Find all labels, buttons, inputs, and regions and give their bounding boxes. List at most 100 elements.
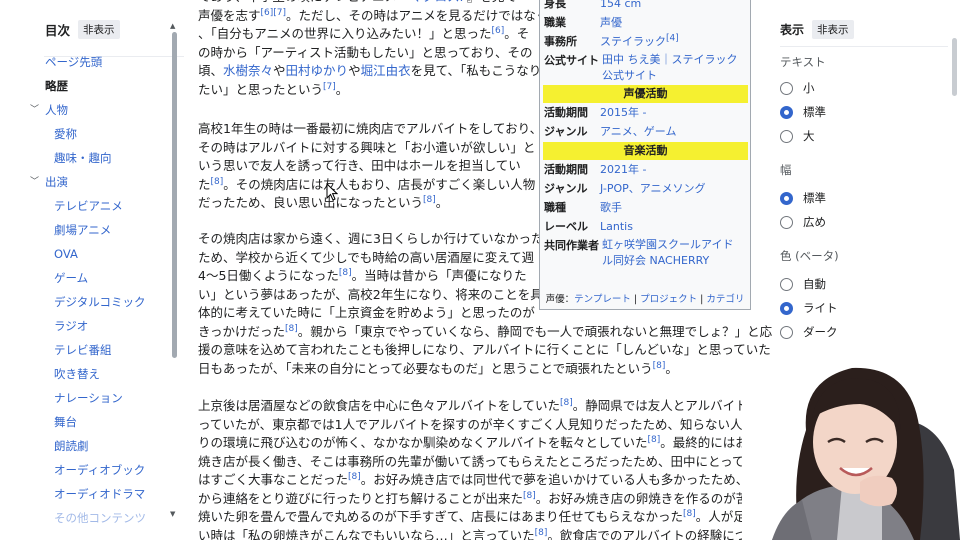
radio-button[interactable] (780, 129, 793, 143)
infobox-value-text[interactable]: 声優 (600, 16, 622, 29)
reference-link[interactable]: [8] (648, 435, 661, 445)
infobox-value[interactable]: Lantis (600, 218, 633, 236)
reference-link[interactable]: [7] (273, 7, 286, 17)
toc-item[interactable]: 略歴 (28, 74, 168, 98)
toc-item[interactable]: 劇場アニメ (28, 218, 168, 242)
infobox-value-text[interactable]: 田中 ちえ美｜ステイラック公式サイト (602, 53, 738, 82)
reference-link[interactable]: [8] (523, 490, 536, 500)
toc-item[interactable]: ゲーム (28, 266, 168, 290)
infobox-section-music: 音楽活動 (543, 142, 748, 160)
toc-item[interactable]: 吹き替え (28, 362, 168, 386)
reference-link[interactable]: [8] (535, 527, 548, 537)
radio-option[interactable]: 標準 (780, 104, 826, 120)
toc-scrollbar-thumb[interactable] (172, 32, 177, 358)
reference-link[interactable]: [8] (653, 360, 666, 370)
toc-item[interactable]: 朗読劇 (28, 434, 168, 458)
infobox-value-text[interactable]: Lantis (600, 220, 633, 233)
toc-item[interactable]: ﹀ 出演 (28, 170, 168, 194)
infobox-value-text[interactable]: アニメ、ゲーム (600, 125, 676, 138)
infobox-value[interactable]: 田中 ちえ美｜ステイラック公式サイト (602, 52, 744, 86)
infobox-value-text[interactable]: 2015年 - (600, 106, 646, 119)
infobox-value-text[interactable]: 虹ヶ咲学園スクールアイドル同好会 NACHERRY (602, 238, 733, 267)
radio-button[interactable] (780, 215, 793, 229)
chevron-down-icon[interactable]: ﹀ (30, 98, 39, 122)
infobox-value[interactable]: ステイラック[4] (600, 33, 679, 51)
reference-link[interactable]: [8] (285, 323, 298, 333)
footer-link-category[interactable]: カテゴリ (706, 294, 744, 305)
scroll-down-icon[interactable]: ▼ (170, 510, 175, 518)
appearance-hide-button[interactable]: 非表示 (812, 20, 854, 39)
toc-item[interactable]: オーディオブック (28, 458, 168, 482)
infobox-value-text[interactable]: 154 cm (600, 0, 641, 10)
reference-link[interactable]: [8] (348, 472, 361, 482)
radio-button[interactable] (780, 105, 793, 119)
radio-option[interactable]: 自動 (780, 276, 826, 292)
text-run: 。 (665, 360, 678, 376)
infobox-value-text[interactable]: ステイラック (600, 35, 666, 48)
reference-link[interactable]: [8] (211, 176, 224, 186)
article-paragraph: 高校1年生の時は一番最初に焼肉店でアルバイトをしており、 その時はアルバイトに対す… (198, 120, 542, 213)
toc-item[interactable]: ﹀ 人物 (28, 98, 168, 122)
toc-item[interactable]: デジタルコミック (28, 290, 168, 314)
reference-link[interactable]: [8] (339, 268, 352, 278)
infobox-value[interactable]: 2015年 - (600, 104, 646, 122)
radio-button[interactable] (780, 277, 793, 291)
toc-item[interactable]: OVA (28, 242, 168, 266)
infobox-value[interactable]: 声優 (600, 14, 622, 32)
infobox-value-text[interactable]: J-POP、アニメソング (600, 182, 706, 195)
radio-button[interactable] (780, 191, 793, 205)
text-line: から連絡をとり遊びに行ったりと打ち解けることが出来た[8]。お好み焼き店の卵焼き… (198, 490, 773, 509)
infobox-value[interactable]: 歌手 (600, 199, 622, 217)
article-link[interactable]: 堀江由衣 (361, 63, 411, 78)
text-run: を見て、「私もこうなり (410, 63, 542, 78)
toc-item[interactable]: テレビアニメ (28, 194, 168, 218)
infobox-value[interactable]: 154 cm (600, 0, 641, 13)
toc-item-label: 劇場アニメ (54, 223, 112, 237)
footer-link-template[interactable]: テンプレート (574, 294, 631, 305)
article-link[interactable]: 田村ゆかり (286, 63, 349, 78)
article-link[interactable]: マクロスF (410, 0, 467, 4)
toc-item[interactable]: 趣味・趣向 (28, 146, 168, 170)
text-line: 焼き店が長く働き、そこは事務所の先輩が働いて誘ってもらえたところだったため、田中… (198, 453, 773, 472)
reference-link[interactable]: [8] (683, 509, 696, 519)
appearance-scrollbar[interactable] (951, 28, 959, 228)
toc-item[interactable]: ナレーション (28, 386, 168, 410)
toc-item[interactable]: 舞台 (28, 410, 168, 434)
reference-link[interactable]: [7] (323, 81, 336, 91)
toc-item[interactable]: ラジオ (28, 314, 168, 338)
radio-button[interactable] (780, 325, 793, 339)
toc-item[interactable]: ページ先頭 (28, 50, 168, 74)
chevron-down-icon[interactable]: ﹀ (30, 170, 39, 194)
infobox-value-text[interactable]: 歌手 (600, 201, 622, 214)
reference-link[interactable]: [6] (492, 26, 505, 36)
article-link[interactable]: 水樹奈々 (223, 63, 273, 78)
reference-link[interactable]: [8] (560, 398, 573, 408)
radio-option[interactable]: 小 (780, 80, 815, 96)
toc-scrollbar[interactable]: ▲ ▼ (170, 22, 178, 528)
radio-option[interactable]: ダーク (780, 324, 838, 340)
scroll-up-icon[interactable]: ▲ (170, 22, 175, 30)
toc-hide-button[interactable]: 非表示 (78, 20, 120, 39)
radio-option[interactable]: 標準 (780, 190, 826, 206)
infobox-value[interactable]: 2021年 - (600, 161, 646, 179)
infobox-value[interactable]: アニメ、ゲーム (600, 123, 676, 141)
reference-link[interactable]: [8] (423, 195, 436, 205)
radio-button[interactable] (780, 81, 793, 95)
toc-item[interactable]: テレビ番組 (28, 338, 168, 362)
infobox-row: 事務所 ステイラック[4] (544, 33, 748, 51)
toc-item[interactable]: 愛称 (28, 122, 168, 146)
toc-item[interactable]: オーディオドラマ (28, 482, 168, 506)
radio-option[interactable]: ライト (780, 300, 838, 316)
appearance-scrollbar-thumb[interactable] (952, 38, 957, 96)
radio-label: 大 (803, 129, 815, 143)
infobox-value-text[interactable]: 2021年 - (600, 163, 646, 176)
radio-option[interactable]: 広め (780, 214, 826, 230)
radio-option[interactable]: 大 (780, 128, 815, 144)
reference-link[interactable]: [6] (261, 7, 274, 17)
infobox-value[interactable]: J-POP、アニメソング (600, 180, 706, 198)
toc-item[interactable]: その他コンテンツ (28, 506, 168, 530)
radio-button[interactable] (780, 301, 793, 315)
infobox-value[interactable]: 虹ヶ咲学園スクールアイドル同好会 NACHERRY (602, 237, 744, 271)
footer-link-project[interactable]: プロジェクト (640, 294, 697, 305)
reference-link[interactable]: [4] (666, 33, 679, 43)
